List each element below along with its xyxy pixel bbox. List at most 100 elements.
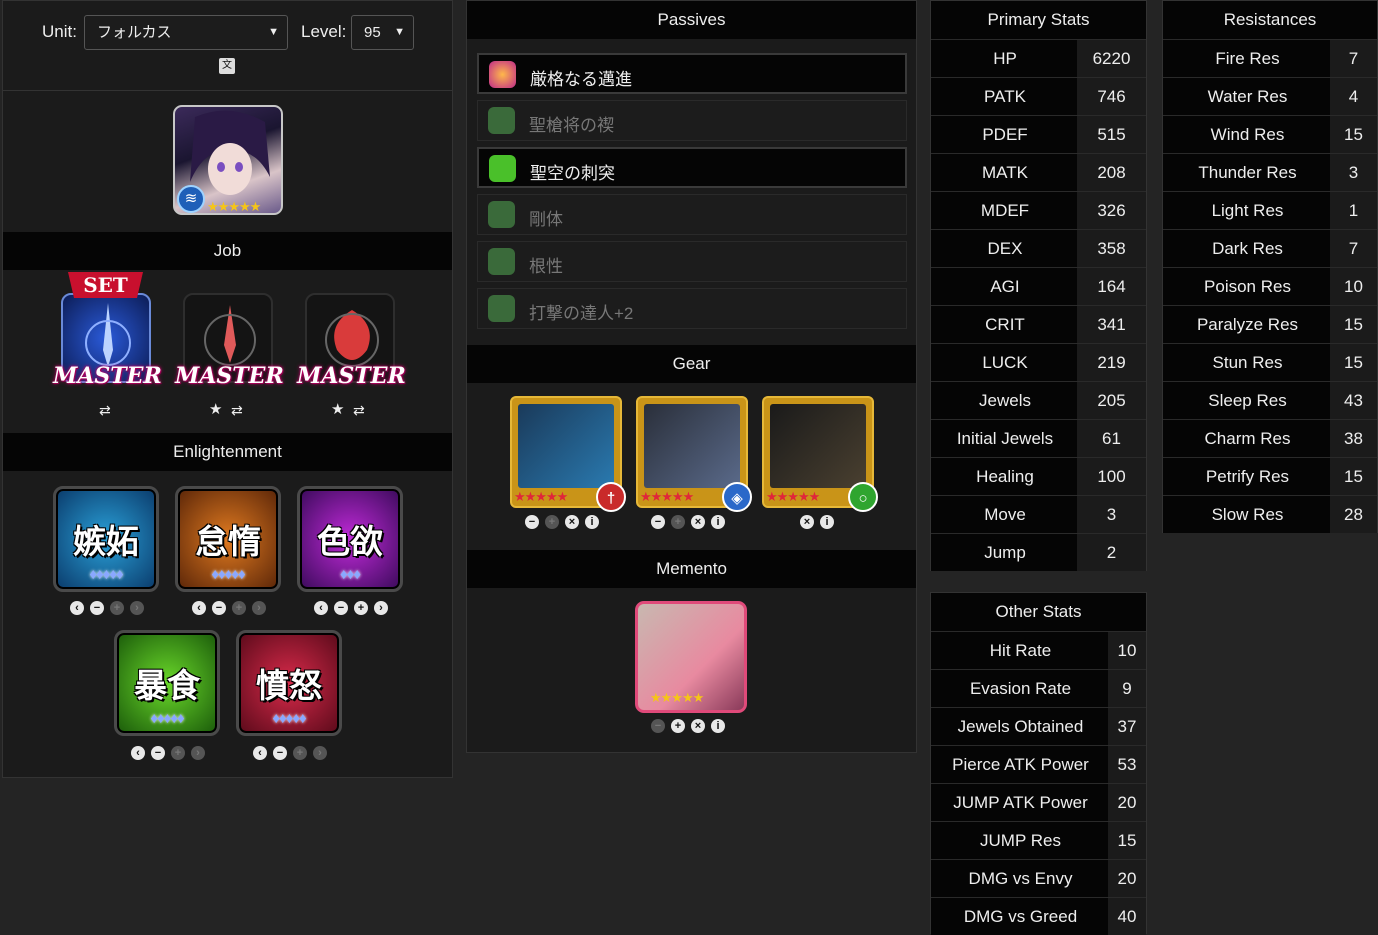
swap-icon[interactable]: ⇄ xyxy=(353,402,365,419)
master-label-1: MASTER xyxy=(53,363,162,389)
unit-label: Unit: xyxy=(42,22,77,41)
stat-name: Fire Res xyxy=(1163,40,1332,77)
prev-icon[interactable]: ‹ xyxy=(314,601,328,615)
sloth-controls: ‹ − + › xyxy=(192,601,266,615)
remove-icon[interactable]: × xyxy=(691,719,705,733)
stat-name: Jewels xyxy=(931,382,1079,419)
stat-row: DEX 358 xyxy=(931,229,1146,267)
stat-value: 61 xyxy=(1077,420,1146,457)
stat-name: MDEF xyxy=(931,192,1079,229)
accessory-controls: × i xyxy=(800,515,834,529)
star-icon[interactable]: ★ xyxy=(331,400,344,418)
info-icon[interactable]: i xyxy=(711,719,725,733)
passive-shield-icon xyxy=(488,295,515,322)
passive-item[interactable]: 剛体 xyxy=(477,194,907,235)
stat-row: CRIT 341 xyxy=(931,305,1146,343)
prev-icon[interactable]: ‹ xyxy=(131,746,145,760)
prev-icon[interactable]: ‹ xyxy=(253,746,267,760)
stat-value: 4 xyxy=(1330,78,1377,115)
minus-icon[interactable]: − xyxy=(651,515,665,529)
unit-select[interactable]: フォルカス ▼ xyxy=(84,15,288,50)
stat-name: Thunder Res xyxy=(1163,154,1332,191)
gear-slot-accessory[interactable]: ★★★★★ ○ xyxy=(762,396,878,512)
minus-icon[interactable]: − xyxy=(273,746,287,760)
rarity-stars: ★★★★★ xyxy=(207,199,261,214)
next-icon: › xyxy=(130,601,144,615)
master-label-2: MASTER xyxy=(175,363,284,389)
stat-row: HP 6220 xyxy=(931,39,1146,77)
enlightenment-gluttony[interactable]: 暴食 ♦♦♦♦♦ xyxy=(114,630,220,736)
enlightenment-envy[interactable]: 嫉妬 ♦♦♦♦♦ xyxy=(53,486,159,592)
other-stats-header: Other Stats xyxy=(931,593,1146,631)
unit-portrait[interactable]: ≋ ★★★★★ xyxy=(173,105,283,215)
gem-row: ♦♦♦ xyxy=(340,566,361,583)
gear-header: Gear xyxy=(467,345,916,383)
stat-name: Dark Res xyxy=(1163,230,1332,267)
stat-row: Evasion Rate 9 xyxy=(931,669,1146,707)
stat-name: Hit Rate xyxy=(931,632,1110,669)
passive-item[interactable]: 聖槍将の禊 xyxy=(477,100,907,141)
lust-controls: ‹ − + › xyxy=(314,601,388,615)
stat-value: 53 xyxy=(1108,746,1146,783)
envy-label: 嫉妬 xyxy=(73,522,139,561)
enlightenment-lust[interactable]: 色欲 ♦♦♦ xyxy=(297,486,403,592)
minus-icon[interactable]: − xyxy=(151,746,165,760)
minus-icon[interactable]: − xyxy=(90,601,104,615)
info-icon[interactable]: i xyxy=(711,515,725,529)
enlightenment-wrath[interactable]: 憤怒 ♦♦♦♦♦ xyxy=(236,630,342,736)
level-select[interactable]: 95 ▼ xyxy=(351,15,414,50)
memento-slot[interactable]: ★★★★★ xyxy=(635,601,747,713)
enlightenment-sloth[interactable]: 怠惰 ♦♦♦♦♦ xyxy=(175,486,281,592)
next-icon: › xyxy=(252,601,266,615)
remove-icon[interactable]: × xyxy=(800,515,814,529)
remove-icon[interactable]: × xyxy=(565,515,579,529)
stat-row: JUMP Res 15 xyxy=(931,821,1146,859)
prev-icon[interactable]: ‹ xyxy=(192,601,206,615)
stat-name: DMG vs Greed xyxy=(931,898,1110,935)
stat-value: 15 xyxy=(1330,116,1377,153)
stat-value: 10 xyxy=(1330,268,1377,305)
minus-icon[interactable]: − xyxy=(525,515,539,529)
stat-row: Sleep Res 43 xyxy=(1163,381,1377,419)
swap-icon[interactable]: ⇄ xyxy=(231,402,243,419)
prev-icon[interactable]: ‹ xyxy=(70,601,84,615)
level-label: Level: xyxy=(301,22,347,41)
info-icon[interactable]: i xyxy=(585,515,599,529)
minus-icon[interactable]: − xyxy=(212,601,226,615)
remove-icon[interactable]: × xyxy=(691,515,705,529)
next-icon[interactable]: › xyxy=(374,601,388,615)
stat-name: Wind Res xyxy=(1163,116,1332,153)
passive-item[interactable]: 厳格なる邁進 xyxy=(477,53,907,94)
minus-icon[interactable]: − xyxy=(334,601,348,615)
stat-name: Pierce ATK Power xyxy=(931,746,1110,783)
plus-icon[interactable]: + xyxy=(354,601,368,615)
passive-item[interactable]: 打撃の達人+2 xyxy=(477,288,907,329)
divider xyxy=(3,90,452,91)
memento-stars: ★★★★★ xyxy=(650,690,704,705)
passive-shield-icon xyxy=(488,248,515,275)
passive-shield-icon xyxy=(488,201,515,228)
necklace-icon xyxy=(770,404,866,488)
passive-item[interactable]: 聖空の刺突 xyxy=(477,147,907,188)
plus-icon[interactable]: + xyxy=(671,719,685,733)
stat-name: Petrify Res xyxy=(1163,458,1332,495)
plus-icon: + xyxy=(671,515,685,529)
stat-row: Wind Res 15 xyxy=(1163,115,1377,153)
stat-name: Light Res xyxy=(1163,192,1332,229)
passive-item[interactable]: 根性 xyxy=(477,241,907,282)
swap-icon[interactable]: ⇄ xyxy=(99,402,111,419)
other-stats-table: Other Stats Hit Rate 10 Evasion Rate 9 Jewel… xyxy=(930,592,1147,935)
info-icon[interactable]: i xyxy=(820,515,834,529)
stat-name: Poison Res xyxy=(1163,268,1332,305)
stat-value: 100 xyxy=(1077,458,1146,495)
level-select-value: 95 xyxy=(364,24,381,41)
sloth-label: 怠惰 xyxy=(195,522,261,561)
stat-row: Fire Res 7 xyxy=(1163,39,1377,77)
gear-slot-weapon[interactable]: ★★★★★ † xyxy=(510,396,626,512)
star-icon[interactable]: ★ xyxy=(209,400,222,418)
gear-slot-armor[interactable]: ★★★★★ ◈ xyxy=(636,396,752,512)
stat-value: 358 xyxy=(1077,230,1146,267)
translate-icon[interactable]: 文 xyxy=(219,58,235,74)
stat-name: Initial Jewels xyxy=(931,420,1079,457)
stat-row: PATK 746 xyxy=(931,77,1146,115)
